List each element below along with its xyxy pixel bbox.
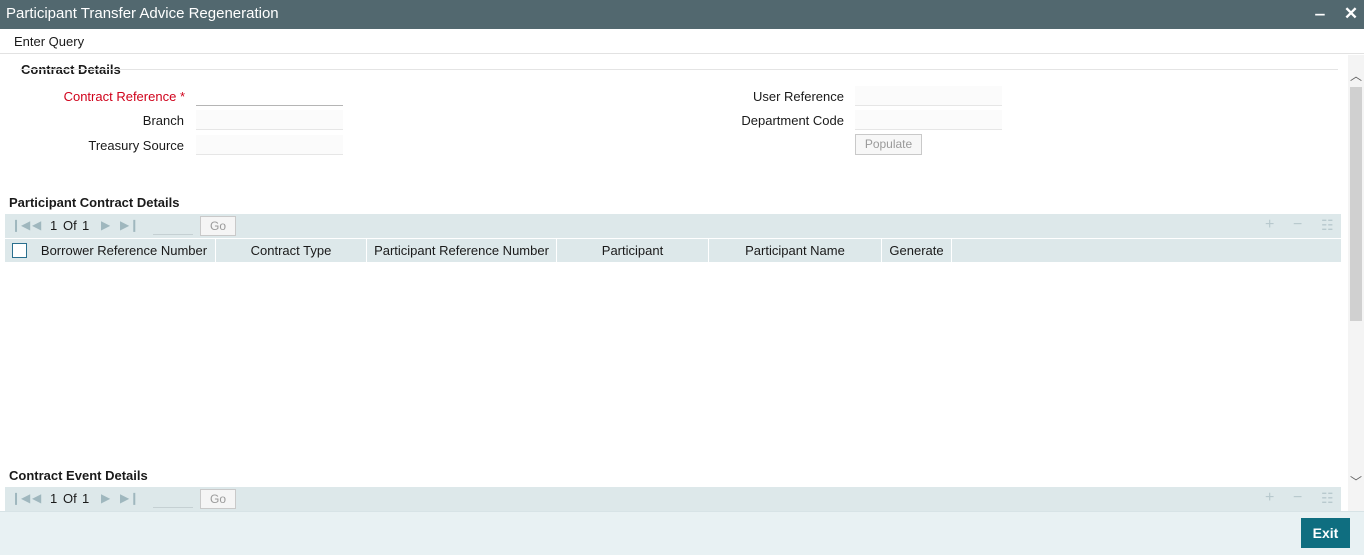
column-header-generate[interactable]: Generate [882,239,952,262]
previous-page-icon[interactable]: ◀ [32,218,41,232]
participant-pager: ❙◀ ◀ 1 Of 1 ▶ ▶❙ Go + − ☷ [5,214,1341,238]
first-page-icon[interactable]: ❙◀ [11,491,30,505]
of-label: Of [63,218,77,233]
delete-row-icon[interactable]: − [1293,216,1302,234]
treasury-source-label: Treasury Source [88,138,184,153]
column-header-participant-reference-number[interactable]: Participant Reference Number [367,239,557,262]
event-pager: ❙◀ ◀ 1 Of 1 ▶ ▶❙ Go + − ☷ [5,487,1341,511]
go-button[interactable]: Go [200,216,236,236]
close-icon[interactable]: ✕ [1341,3,1361,25]
add-row-icon[interactable]: + [1265,489,1274,507]
current-page-number: 1 [50,491,58,506]
scrollbar-thumb[interactable] [1350,87,1362,321]
contract-event-details-title: Contract Event Details [9,468,148,483]
next-page-icon[interactable]: ▶ [101,218,110,232]
page-number-input[interactable] [153,490,193,508]
single-view-icon[interactable]: ☷ [1321,490,1334,507]
contract-reference-input[interactable] [196,86,343,106]
single-view-icon[interactable]: ☷ [1321,217,1334,234]
exit-button[interactable]: Exit [1301,518,1350,548]
page-number-input[interactable] [153,217,193,235]
branch-input[interactable] [196,110,343,130]
of-label: Of [63,491,77,506]
window-titlebar: Participant Transfer Advice Regeneration… [0,0,1364,29]
department-code-input[interactable] [855,110,1002,130]
footer-bar: Exit [0,511,1364,555]
delete-row-icon[interactable]: − [1293,489,1302,507]
main-content: Contract Details Contract Reference * Br… [0,55,1348,511]
column-header-borrower-reference-number[interactable]: Borrower Reference Number [33,239,216,262]
department-code-label: Department Code [741,113,844,128]
last-page-icon[interactable]: ▶❙ [120,491,139,505]
scroll-down-icon[interactable]: ﹀ [1348,473,1364,489]
vertical-scrollbar[interactable]: ︿ ﹀ [1348,55,1364,511]
column-header-contract-type[interactable]: Contract Type [216,239,367,262]
user-reference-input[interactable] [855,86,1002,106]
scroll-up-icon[interactable]: ︿ [1348,67,1364,83]
last-page-icon[interactable]: ▶❙ [120,218,139,232]
treasury-source-input[interactable] [196,135,343,155]
participant-grid-header: Borrower Reference Number Contract Type … [5,239,1341,262]
section-divider [20,69,1338,70]
contract-reference-label: Contract Reference * [63,89,185,104]
column-header-participant-name[interactable]: Participant Name [709,239,882,262]
menu-bar: Enter Query [0,29,1364,54]
branch-label: Branch [142,113,184,128]
add-row-icon[interactable]: + [1265,216,1274,234]
total-pages-number: 1 [82,491,90,506]
required-marker: * [179,89,185,104]
total-pages-number: 1 [82,218,90,233]
column-header-participant[interactable]: Participant [557,239,709,262]
go-button[interactable]: Go [200,489,236,509]
previous-page-icon[interactable]: ◀ [32,491,41,505]
first-page-icon[interactable]: ❙◀ [11,218,30,232]
enter-query-menu-item[interactable]: Enter Query [14,34,84,49]
user-reference-label: User Reference [752,89,844,104]
current-page-number: 1 [50,218,58,233]
minimize-icon[interactable]: ‒ [1310,3,1330,25]
populate-button[interactable]: Populate [855,134,922,155]
select-all-checkbox[interactable] [12,243,27,258]
next-page-icon[interactable]: ▶ [101,491,110,505]
participant-contract-details-title: Participant Contract Details [9,195,180,210]
window-title: Participant Transfer Advice Regeneration [6,5,279,22]
